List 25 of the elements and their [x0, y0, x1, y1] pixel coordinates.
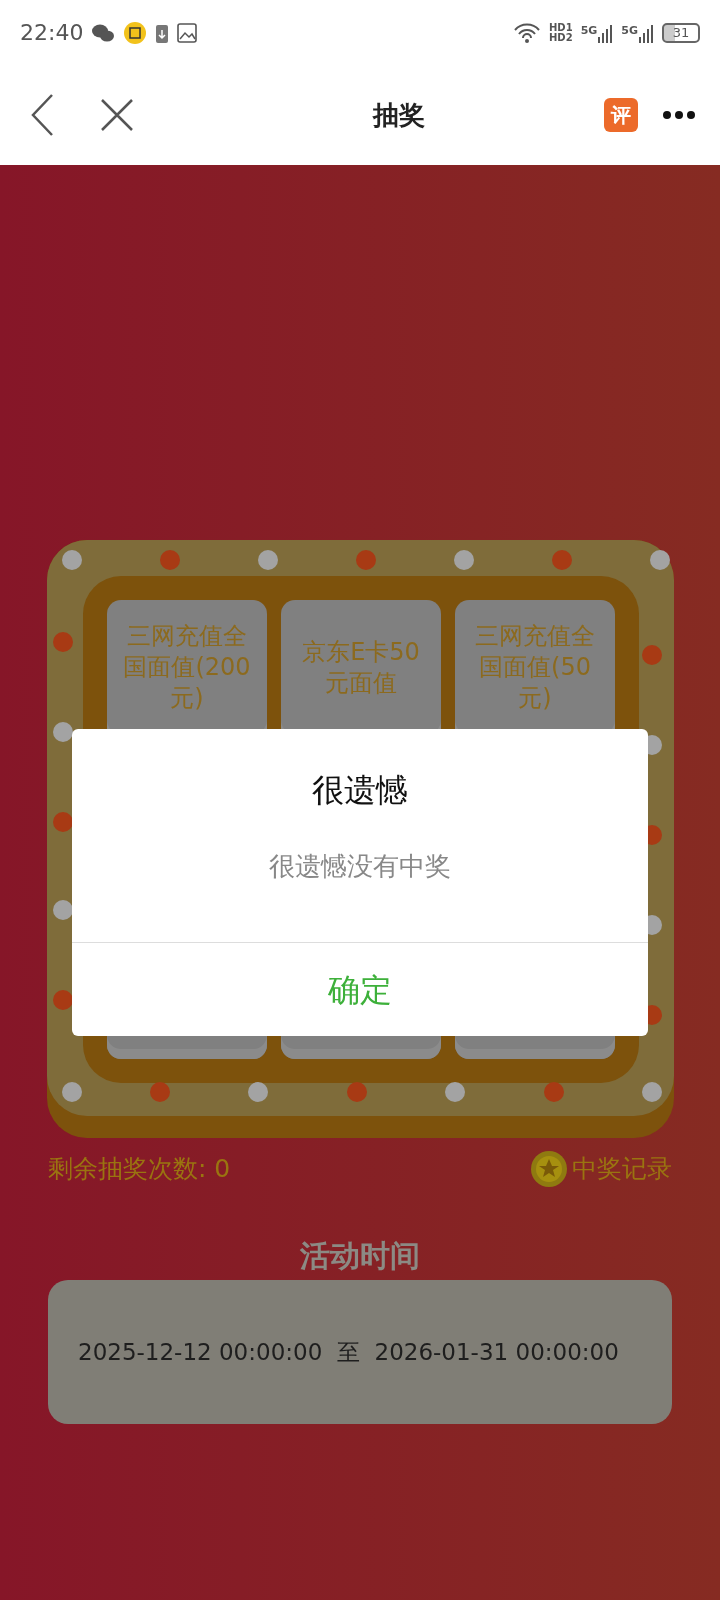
clock-time: 22:40 [20, 19, 84, 47]
signal-icon [597, 22, 614, 43]
review-icon[interactable]: 评 [604, 98, 638, 132]
network-label: HD1 [549, 22, 573, 33]
confirm-button[interactable]: 确定 [72, 942, 648, 1036]
section-title: 活动时间 [299, 1237, 421, 1275]
app-icon [123, 20, 148, 45]
page-title: 抽奖 [371, 98, 426, 132]
dialog-message: 很遗憾没有中奖 [268, 850, 452, 883]
image-icon [177, 22, 198, 43]
dialog-title: 很遗憾 [311, 770, 409, 811]
network-label: 5G [580, 22, 598, 39]
battery-level: 31 [662, 22, 700, 43]
more-icon[interactable] [662, 110, 696, 120]
remaining-draws-text: 剩余抽奖次数: 0 [48, 1153, 231, 1186]
back-icon[interactable] [30, 93, 56, 137]
coin-icon[interactable] [530, 1150, 568, 1188]
network-label: HD2 [549, 32, 573, 43]
records-link[interactable]: 中奖记录 [572, 1150, 672, 1188]
close-icon[interactable] [100, 98, 134, 132]
chat-icon [91, 22, 116, 43]
wifi-icon [513, 21, 541, 44]
activity-period: 2025-12-12 00:00:00 至 2026-01-31 00:00:00 [78, 1337, 619, 1367]
network-label: 5G [621, 22, 638, 39]
signal-icon [638, 22, 654, 43]
